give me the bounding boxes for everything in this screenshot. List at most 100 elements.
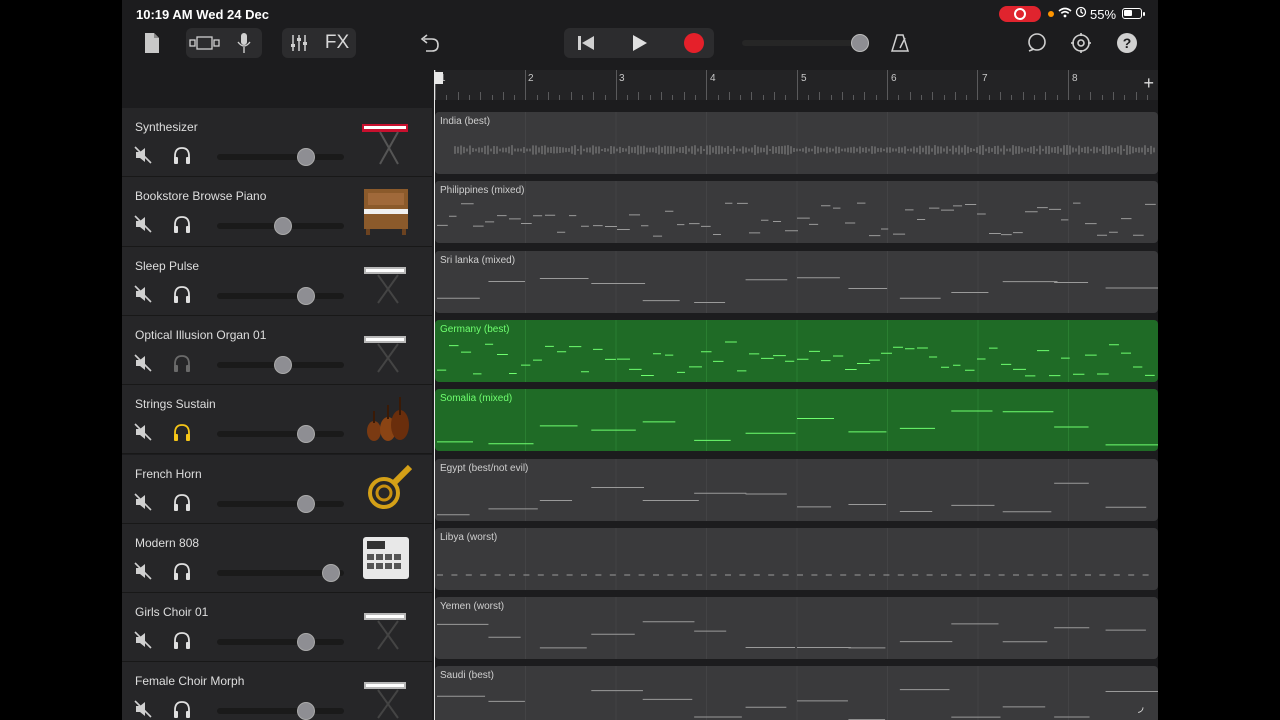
ruler-tick <box>491 95 493 100</box>
track-header[interactable]: Bookstore Browse Piano <box>122 177 432 247</box>
strings-icon[interactable] <box>360 393 412 445</box>
mute-icon[interactable] <box>134 562 152 580</box>
help-button[interactable]: ? <box>1114 28 1140 58</box>
garageband-app: 10:19 AM Wed 24 Dec 55% FX ? 2 3 4 5 6 7… <box>122 0 1158 720</box>
mute-icon[interactable] <box>134 354 152 372</box>
headphones-icon[interactable] <box>172 493 192 513</box>
track-volume-knob[interactable] <box>296 286 315 305</box>
track-volume-knob[interactable] <box>296 633 315 652</box>
playhead[interactable] <box>434 70 435 720</box>
track-volume-slider[interactable] <box>217 494 344 513</box>
track-header[interactable]: Female Choir Morph <box>122 662 432 720</box>
region[interactable]: India (best) <box>435 112 1158 174</box>
timeline-ruler[interactable]: 1 2 3 4 5 6 7 8 + <box>434 70 1158 100</box>
undo-button[interactable] <box>416 28 442 58</box>
fx-button[interactable]: FX <box>322 28 352 58</box>
track-volume-slider[interactable] <box>217 702 344 720</box>
upright-piano-icon[interactable] <box>360 185 412 237</box>
track-volume-slider[interactable] <box>217 563 344 582</box>
region[interactable]: Libya (worst) <box>435 527 1158 590</box>
record-button[interactable] <box>682 28 706 58</box>
track-header[interactable]: Optical Illusion Organ 01 <box>122 315 432 386</box>
track-header[interactable]: Strings Sustain <box>122 385 432 455</box>
track-volume-slider[interactable] <box>217 217 344 236</box>
mute-icon[interactable] <box>134 631 152 649</box>
track-volume-slider[interactable] <box>217 286 344 305</box>
ruler-tick <box>593 92 595 100</box>
track-volume-knob[interactable] <box>274 355 293 374</box>
region[interactable]: Egypt (best/not evil) <box>435 458 1158 521</box>
track-header[interactable]: Girls Choir 01 <box>122 593 432 663</box>
screen-recording-indicator[interactable] <box>999 6 1041 22</box>
mute-icon[interactable] <box>134 423 152 441</box>
ruler-tick <box>728 92 730 100</box>
headphones-icon[interactable] <box>172 631 192 651</box>
track-header-spacer <box>122 100 432 108</box>
keyboard-stand-icon[interactable] <box>360 255 412 307</box>
headphones-icon[interactable] <box>172 562 192 582</box>
track-header[interactable]: Sleep Pulse <box>122 246 432 316</box>
keyboard-stand-icon[interactable] <box>360 324 412 376</box>
track-volume-slider[interactable] <box>217 148 344 166</box>
microphone-icon <box>237 33 251 53</box>
headphones-icon[interactable] <box>172 146 192 166</box>
settings-button[interactable] <box>1068 28 1094 58</box>
ruler-tick <box>649 95 651 100</box>
keyboard-stand-icon[interactable] <box>360 670 412 720</box>
master-volume-slider[interactable] <box>742 28 872 58</box>
region[interactable]: Philippines (mixed) <box>435 181 1158 244</box>
ruler-tick <box>796 70 798 100</box>
track-volume-slider[interactable] <box>217 425 344 444</box>
metronome-button[interactable] <box>888 28 912 58</box>
track-header[interactable]: Modern 808 <box>122 523 432 594</box>
mute-icon[interactable] <box>134 215 152 233</box>
mixer-button[interactable] <box>286 28 312 58</box>
svg-text:?: ? <box>1123 35 1132 51</box>
red-keyboard-icon[interactable] <box>360 116 412 168</box>
headphones-icon[interactable] <box>172 215 192 235</box>
tracks-view-button[interactable] <box>232 28 256 58</box>
ruler-tick <box>1067 70 1069 100</box>
loop-browser-button[interactable] <box>1024 28 1050 58</box>
track-volume-slider[interactable] <box>217 355 344 374</box>
ruler-tick <box>446 95 448 100</box>
browser-view-button[interactable] <box>188 28 222 58</box>
add-section-button[interactable]: + <box>1143 73 1154 94</box>
headphones-icon[interactable] <box>172 700 192 720</box>
region[interactable]: Germany (best) <box>435 319 1158 382</box>
master-volume-knob[interactable] <box>850 33 870 53</box>
region[interactable]: Sri lanka (mixed) <box>435 250 1158 313</box>
playhead-handle[interactable] <box>434 72 443 84</box>
track-volume-knob[interactable] <box>296 148 315 166</box>
mute-icon[interactable] <box>134 700 152 718</box>
mute-icon[interactable] <box>134 285 152 303</box>
track-name: Synthesizer <box>135 120 198 134</box>
track-name: Girls Choir 01 <box>135 605 209 620</box>
play-button[interactable] <box>628 28 652 58</box>
track-volume-knob[interactable] <box>296 702 315 720</box>
region[interactable]: Yemen (worst) <box>435 597 1158 660</box>
track-volume-knob[interactable] <box>322 563 341 582</box>
keyboard-stand-icon[interactable] <box>360 601 412 653</box>
mute-icon[interactable] <box>134 146 152 164</box>
track-volume-knob[interactable] <box>296 494 315 513</box>
resize-grip-icon[interactable]: ◞ <box>1138 698 1152 716</box>
my-songs-button[interactable] <box>140 28 164 58</box>
track-volume-slider[interactable] <box>217 633 344 652</box>
track-name: Bookstore Browse Piano <box>135 189 267 204</box>
region[interactable]: Somalia (mixed) <box>435 389 1158 452</box>
headphones-icon[interactable] <box>172 423 192 443</box>
track-volume-knob[interactable] <box>296 425 315 444</box>
ruler-tick <box>853 95 855 100</box>
go-to-beginning-button[interactable] <box>574 28 598 58</box>
track-header[interactable]: French Horn <box>122 454 432 524</box>
french-horn-icon[interactable] <box>360 463 413 515</box>
region[interactable]: Saudi (best) <box>435 666 1158 720</box>
ruler-tick <box>525 70 527 100</box>
headphones-icon[interactable] <box>172 354 192 374</box>
headphones-icon[interactable] <box>172 285 192 305</box>
drum-machine-icon[interactable] <box>360 532 412 584</box>
track-volume-knob[interactable] <box>274 217 293 236</box>
track-header[interactable]: Synthesizer <box>122 108 432 178</box>
mute-icon[interactable] <box>134 492 152 511</box>
